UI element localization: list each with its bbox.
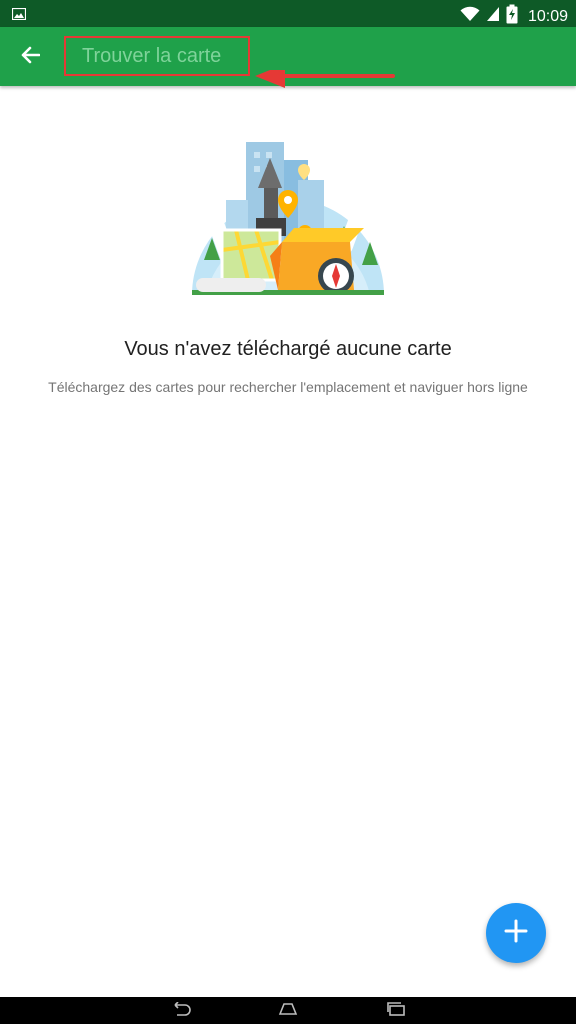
home-nav-button[interactable] [268,1001,308,1021]
search-input[interactable] [82,44,242,68]
search-field-highlight [64,36,250,76]
home-nav-icon [278,1002,298,1021]
arrow-back-icon [20,46,41,69]
signal-icon [486,6,500,27]
recents-nav-icon [386,1001,406,1021]
empty-state-description: Téléchargez des cartes pour rechercher l… [48,379,528,395]
wifi-icon [460,6,480,27]
back-button[interactable] [14,41,46,73]
image-icon [11,7,27,25]
app-bar [0,27,576,88]
status-bar: 10:09 [0,0,576,27]
back-nav-icon [169,1000,191,1021]
maps-illustration [186,130,390,305]
add-map-button[interactable] [486,903,546,963]
empty-state-title: Vous n'avez téléchargé aucune carte [124,338,452,360]
back-nav-button[interactable] [160,1000,200,1021]
battery-charging-icon [506,4,518,29]
plus-icon [504,919,528,948]
navigation-bar [0,997,576,1024]
recents-nav-button[interactable] [376,1001,416,1021]
annotation-arrow-icon [255,64,397,103]
clock: 10:09 [527,7,568,25]
